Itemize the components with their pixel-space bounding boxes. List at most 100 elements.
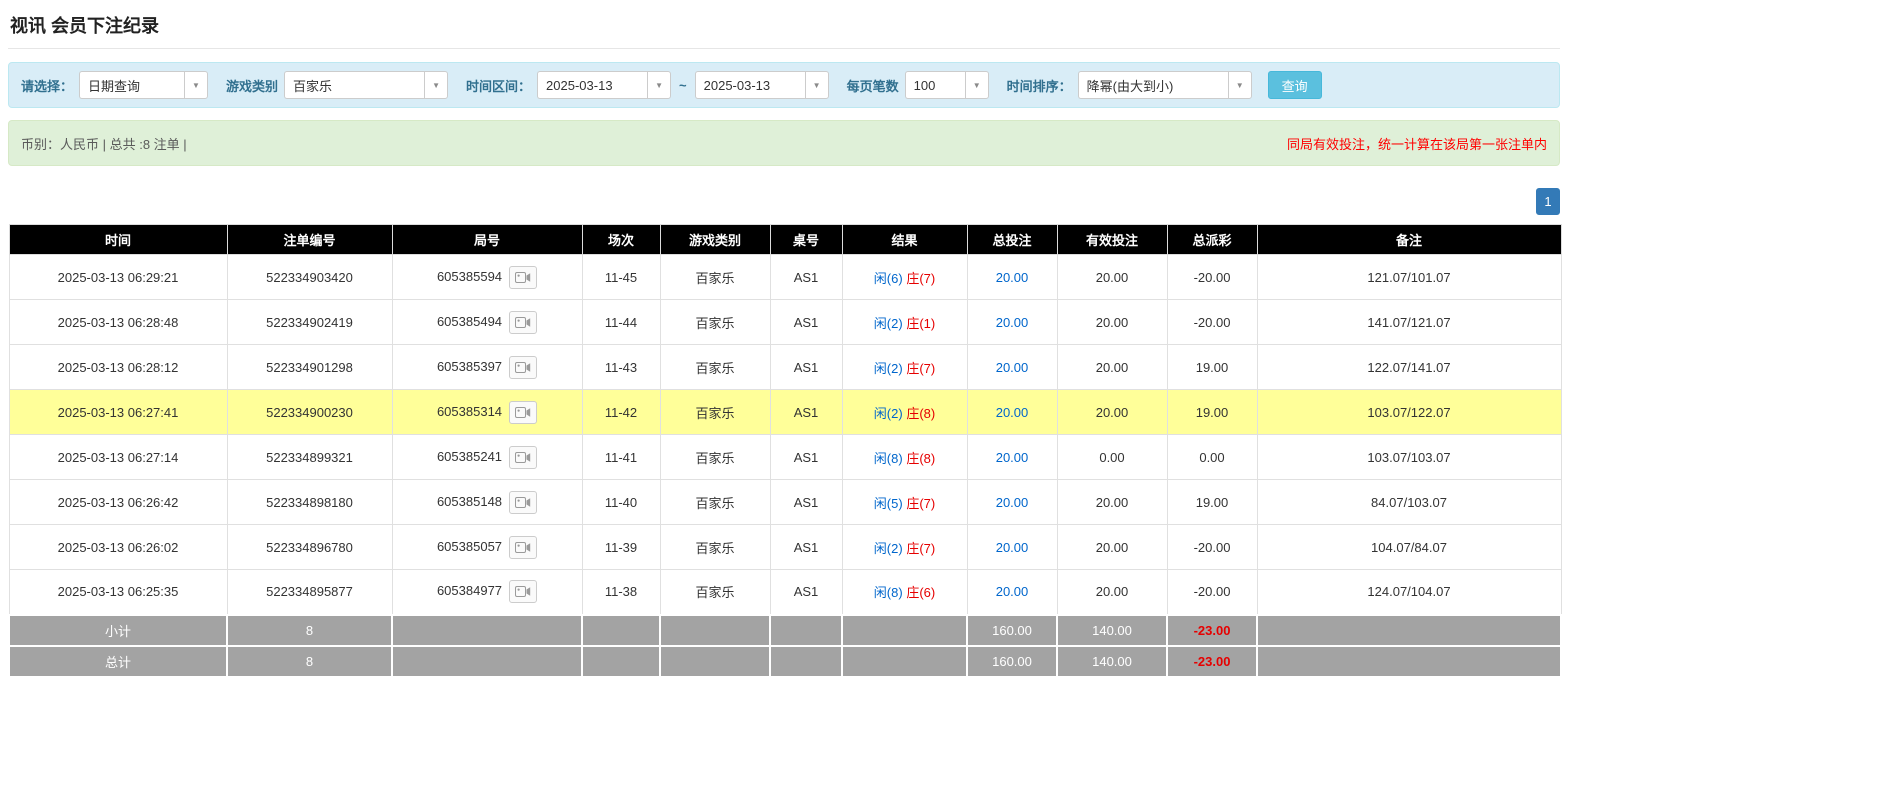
video-replay-button[interactable] [509,446,537,469]
select-label: 请选择： [21,76,73,95]
cell-total-bet: 20.00 [967,300,1057,345]
round-id-text: 605385494 [437,313,502,328]
round-id-text: 605385148 [437,493,502,508]
date-to-combobox: ▼ [695,71,829,99]
cell-valid-bet: 20.00 [1057,255,1167,300]
caret-down-icon[interactable]: ▼ [1228,71,1252,99]
round-id-text: 605384977 [437,583,502,598]
cell-table-no: AS1 [770,480,842,525]
total-bet-link[interactable]: 20.00 [996,540,1029,555]
caret-down-icon[interactable]: ▼ [184,71,208,99]
result-banker: 庄(6) [906,585,935,600]
query-type-input[interactable] [79,71,184,99]
cell-remark: 103.07/103.07 [1257,435,1561,480]
result-banker: 庄(8) [906,406,935,421]
query-button[interactable]: 查询 [1268,71,1322,99]
cell-remark: 141.07/121.07 [1257,300,1561,345]
total-bet-link[interactable]: 20.00 [996,270,1029,285]
cell-payout: 19.00 [1167,480,1257,525]
pagination: 1 [8,188,1560,215]
header-payout: 总派彩 [1167,225,1257,255]
date-to-input[interactable] [695,71,805,99]
filter-bar: 请选择： ▼ 游戏类别 ▼ 时间区间： ▼ ~ ▼ 每页笔数 ▼ 时间排序： ▼ [8,62,1560,108]
cell-session: 11-45 [582,255,660,300]
round-id-text: 605385397 [437,358,502,373]
total-bet-link[interactable]: 20.00 [996,360,1029,375]
sort-input[interactable] [1078,71,1228,99]
empty-cell [770,615,842,646]
video-camera-icon [515,271,531,284]
result-player: 闲(2) [874,361,903,376]
cell-game-type: 百家乐 [660,255,770,300]
date-from-input[interactable] [537,71,647,99]
notice-text: 同局有效投注，统一计算在该局第一张注单内 [1287,134,1547,153]
page-number-button[interactable]: 1 [1536,188,1560,215]
game-type-input[interactable] [284,71,424,99]
cell-bet-id: 522334903420 [227,255,392,300]
table-row: 2025-03-13 06:26:42 522334898180 6053851… [9,480,1561,525]
video-camera-icon [515,451,531,464]
video-replay-button[interactable] [509,401,537,424]
header-bet-id: 注单编号 [227,225,392,255]
empty-cell [582,646,660,677]
result-banker: 庄(7) [906,361,935,376]
cell-table-no: AS1 [770,255,842,300]
sort-label: 时间排序： [1007,76,1072,95]
page-size-label: 每页笔数 [847,76,899,95]
cell-table-no: AS1 [770,525,842,570]
cell-payout: 19.00 [1167,390,1257,435]
header-round-id: 局号 [392,225,582,255]
cell-remark: 124.07/104.07 [1257,570,1561,615]
cell-session: 11-41 [582,435,660,480]
video-camera-icon [515,361,531,374]
round-id-text: 605385314 [437,403,502,418]
time-range-label: 时间区间： [466,76,531,95]
table-row: 2025-03-13 06:26:02 522334896780 6053850… [9,525,1561,570]
header-result: 结果 [842,225,967,255]
page-container: 视讯 会员下注纪录 请选择： ▼ 游戏类别 ▼ 时间区间： ▼ ~ ▼ 每页笔数… [0,0,1568,686]
cell-remark: 103.07/122.07 [1257,390,1561,435]
cell-remark: 84.07/103.07 [1257,480,1561,525]
total-bet-link[interactable]: 20.00 [996,315,1029,330]
empty-cell [582,615,660,646]
table-row: 2025-03-13 06:29:21 522334903420 6053855… [9,255,1561,300]
cell-result: 闲(8) 庄(6) [842,570,967,615]
cell-time: 2025-03-13 06:28:48 [9,300,227,345]
header-session: 场次 [582,225,660,255]
cell-valid-bet: 20.00 [1057,300,1167,345]
result-banker: 庄(7) [906,271,935,286]
cell-game-type: 百家乐 [660,435,770,480]
caret-down-icon[interactable]: ▼ [805,71,829,99]
video-replay-button[interactable] [509,356,537,379]
result-player: 闲(2) [874,406,903,421]
total-bet-link[interactable]: 20.00 [996,495,1029,510]
video-replay-button[interactable] [509,266,537,289]
cell-valid-bet: 0.00 [1057,435,1167,480]
empty-cell [1257,615,1561,646]
total-bet-link[interactable]: 20.00 [996,584,1029,599]
cell-valid-bet: 20.00 [1057,525,1167,570]
video-camera-icon [515,496,531,509]
cell-time: 2025-03-13 06:27:14 [9,435,227,480]
result-player: 闲(6) [874,271,903,286]
table-row: 2025-03-13 06:27:41 522334900230 6053853… [9,390,1561,435]
page-title: 视讯 会员下注纪录 [8,8,1560,49]
header-game-type: 游戏类别 [660,225,770,255]
total-bet-link[interactable]: 20.00 [996,450,1029,465]
video-replay-button[interactable] [509,311,537,334]
video-replay-button[interactable] [509,536,537,559]
cell-round-id: 605385314 [392,390,582,435]
video-replay-button[interactable] [509,580,537,603]
caret-down-icon[interactable]: ▼ [965,71,989,99]
subtotal-count: 8 [227,615,392,646]
empty-cell [842,615,967,646]
video-replay-button[interactable] [509,491,537,514]
records-table: 时间 注单编号 局号 场次 游戏类别 桌号 结果 总投注 有效投注 总派彩 备注… [8,224,1562,678]
subtotal-payout: -23.00 [1167,615,1257,646]
total-bet-link[interactable]: 20.00 [996,405,1029,420]
caret-down-icon[interactable]: ▼ [647,71,671,99]
cell-game-type: 百家乐 [660,570,770,615]
video-camera-icon [515,541,531,554]
caret-down-icon[interactable]: ▼ [424,71,448,99]
page-size-input[interactable] [905,71,965,99]
